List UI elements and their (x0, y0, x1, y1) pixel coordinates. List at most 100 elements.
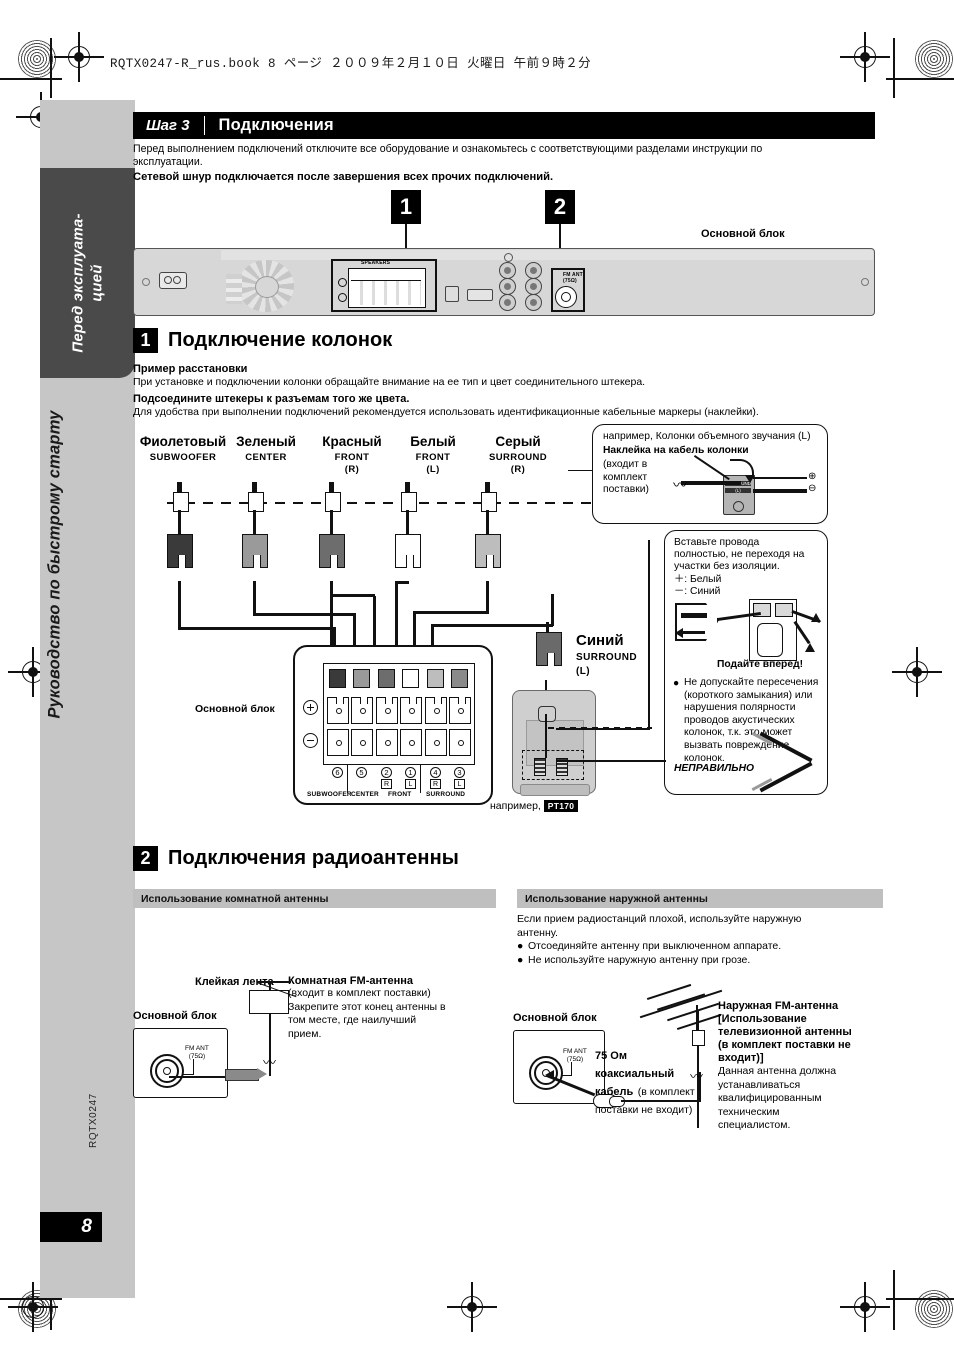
terminal-num-0: 6 (332, 767, 343, 778)
halftone-target-bottomright (915, 1290, 953, 1328)
cable-shell-1 (248, 492, 264, 512)
insert-arrow-left (681, 631, 705, 634)
terminal-swatch-5 (451, 669, 468, 688)
terminal-jack-plus-4 (425, 697, 447, 724)
crop-line-h4 (886, 1298, 954, 1300)
sticker-minus-icon: ⊖ (808, 483, 817, 494)
rear-chassis-top-strip (221, 250, 873, 260)
sticker-cable-main (681, 481, 741, 485)
speaker-plug-4 (475, 534, 501, 568)
cable-drop-0 (178, 510, 181, 534)
route-2-v (330, 581, 333, 653)
terminal-swatch-2 (378, 669, 395, 688)
route-1-h (253, 613, 356, 616)
indoor-antenna-wire-break: 〰 (263, 1055, 277, 1070)
subbar-outdoor-antenna: Использование наружной антенны (517, 889, 883, 908)
registration-mark-bottomright (840, 1282, 890, 1332)
cable-drop-1 (253, 510, 256, 534)
rca-jack-6 (525, 294, 542, 311)
crop-line-v1 (50, 38, 52, 98)
speaker-col-2-role: FRONT (334, 452, 370, 463)
speaker-plug-2 (319, 534, 345, 568)
insert-arrow-left-head (675, 628, 683, 638)
indoor-title-leader (269, 981, 291, 983)
hdmi-port (467, 289, 493, 301)
terminal-divider-2 (347, 765, 348, 793)
speaker-plug-1 (242, 534, 268, 568)
rca-jack-5 (499, 294, 516, 311)
rca-jack-4 (525, 278, 542, 295)
outdoor-coax-arrowhead (545, 1070, 554, 1080)
leader-sticker-to-cable (568, 470, 592, 472)
terminal-swatch-3 (402, 669, 419, 688)
fm-ant-label-rear: FM ANT (75Ω) (563, 272, 583, 284)
optical-out-port (445, 286, 459, 302)
leader-insert-v (648, 540, 650, 730)
blue-speaker-channel: (L) (576, 666, 590, 677)
speaker-col-2-channel: (R) (344, 464, 360, 475)
sticker-cable-right-b (753, 489, 807, 493)
section-1-title: Подключение колонок (168, 329, 393, 351)
sticker-arrow-pointer (693, 455, 730, 481)
sticker-plus-icon: ⊕ (808, 471, 817, 482)
registration-mark-midright (892, 647, 942, 697)
ac-inlet-pin-right (173, 276, 181, 284)
rca-jack-3 (499, 278, 516, 295)
outdoor-intro-1: Если прием радиостанций плохой, использу… (517, 913, 802, 925)
rear-panel-diagram: 1 2 Основной блок SPEAKERS FM ANT (75Ω) (133, 190, 875, 318)
route-3-h (395, 581, 409, 584)
sidebar-tab-before-use[interactable]: Перед эксплуата- цией (40, 168, 135, 378)
sticker-note: (входит в комплект поставки) (603, 459, 649, 496)
insert-line2: полностью, не переходя на (674, 549, 805, 560)
outdoor-bullet-1: ● Отсоединяйте антенну при выключенном ап… (517, 940, 782, 952)
insert-arrow-up-right2 (805, 643, 815, 652)
insert-speaker-clip-r (775, 603, 793, 617)
rca-jack-1 (499, 262, 516, 279)
route-0-h (178, 627, 336, 630)
terminal-num-2: 2 (381, 767, 392, 778)
ac-inlet-pin-left (164, 276, 172, 284)
terminal-jack-minus-3 (400, 729, 422, 756)
blue-speaker-clip (538, 706, 556, 722)
route-5-v (551, 594, 554, 626)
route-3-v (395, 581, 398, 653)
insert-speaker-hand (757, 623, 783, 657)
fm-ant-jack-rear-inner (561, 292, 571, 302)
outdoor-fm-ant-leader (571, 1062, 572, 1076)
outdoor-fm-ant-leader-h (562, 1075, 572, 1076)
speaker-terminal-minus (338, 293, 347, 302)
outdoor-antenna-body: Данная антенна должна устанавливаться кв… (718, 1065, 837, 1131)
route-5-h (431, 624, 553, 627)
indoor-antenna-tape (249, 990, 289, 1014)
rear-callout-1: 1 (391, 190, 421, 224)
rear-screw-left (142, 278, 150, 286)
section-1-sub1-text: При установке и подключении колонки обра… (133, 376, 646, 388)
insert-minus-line: －: Синий (674, 586, 721, 597)
blue-speaker-color: Синий (576, 632, 624, 649)
indoor-antenna-text: Комнатная FM-антенна (входит в комплект … (288, 975, 493, 1041)
speaker-col-2-color: Красный (322, 434, 382, 449)
crop-line-h1 (0, 78, 62, 80)
outdoor-intro-2: антенну. (517, 926, 558, 939)
sticker-cable-right-a (753, 477, 807, 479)
terminal-group-center: CENTER (351, 791, 379, 798)
rear-callout-2: 2 (545, 190, 575, 224)
blue-speaker-plug (536, 632, 562, 666)
terminal-group-subwoofer: SUBWOOFER (307, 791, 352, 798)
step-number-label: Шаг 3 (146, 117, 190, 134)
speakers-label: SPEAKERS (361, 260, 391, 266)
terminal-num-5: 3 (454, 767, 465, 778)
terminal-lr-4: R (430, 779, 441, 789)
sidebar-band-label: Руководство по быстрому старту (45, 410, 64, 719)
intro-bold-note: Сетевой шнур подключается после завершен… (133, 171, 554, 183)
terminal-group-surround: SURROUND (426, 791, 466, 798)
terminal-swatch-4 (427, 669, 444, 688)
speaker-terminal-jack-rows (351, 280, 421, 305)
section-1-heading: 1 Подключение колонок (133, 328, 392, 353)
insert-wrong-label: НЕПРАВИЛЬНО (674, 763, 755, 774)
terminal-num-4: 4 (430, 767, 441, 778)
terminal-swatch-1 (353, 669, 370, 688)
registration-mark-topright (840, 32, 890, 82)
speaker-col-4-channel: (R) (510, 464, 526, 475)
subbar-indoor-antenna: Использование комнатной антенны (133, 889, 496, 908)
